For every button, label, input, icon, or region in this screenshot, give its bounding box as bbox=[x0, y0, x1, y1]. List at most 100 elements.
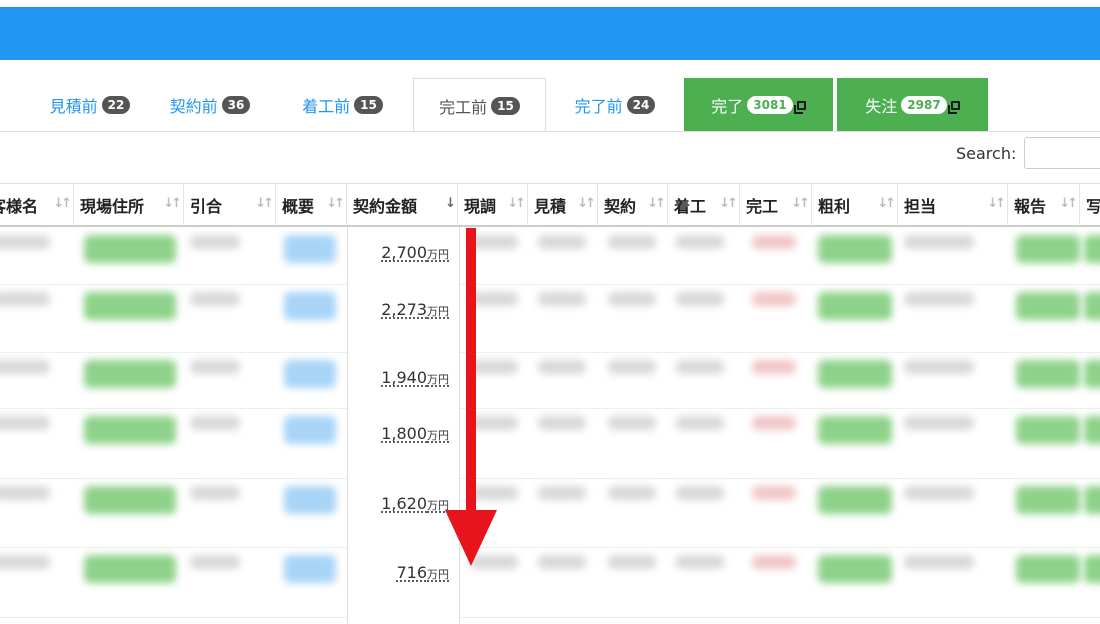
blurred-cell bbox=[284, 555, 336, 583]
blurred-cell bbox=[1084, 360, 1100, 388]
blurred-cell bbox=[676, 555, 724, 569]
blurred-cell bbox=[676, 486, 724, 500]
contract-amount-link[interactable]: 2,273万円 bbox=[381, 300, 449, 319]
blurred-cell bbox=[190, 416, 240, 430]
blurred-cell bbox=[676, 416, 724, 430]
blurred-cell bbox=[676, 235, 724, 249]
table-row[interactable] bbox=[0, 478, 1100, 548]
count-badge: 2987 bbox=[901, 96, 947, 114]
external-link-icon bbox=[947, 100, 960, 114]
blurred-cell bbox=[818, 555, 892, 583]
blurred-cell bbox=[84, 235, 176, 263]
tab-label: 見積前 bbox=[49, 97, 98, 116]
column-header[interactable]: 担当 ↓↑ bbox=[898, 184, 1008, 226]
blurred-cell bbox=[818, 235, 892, 263]
blurred-cell bbox=[538, 360, 586, 374]
blurred-cell bbox=[0, 555, 50, 569]
column-header[interactable]: 現場住所 ↓↑ bbox=[74, 184, 184, 226]
blurred-cell bbox=[608, 235, 656, 249]
blurred-cell bbox=[752, 416, 796, 430]
blurred-cell bbox=[190, 292, 240, 306]
blurred-cell bbox=[0, 235, 50, 249]
blurred-cell bbox=[752, 486, 796, 500]
blurred-cell bbox=[1084, 235, 1100, 263]
blurred-cell bbox=[538, 292, 586, 306]
blurred-cell bbox=[1016, 416, 1080, 444]
table-row[interactable] bbox=[0, 352, 1100, 409]
column-header[interactable]: 契約金額 ↓ bbox=[347, 184, 458, 226]
tab-chakko-mae[interactable]: 着工前 15 bbox=[285, 78, 400, 132]
blurred-cell bbox=[608, 292, 656, 306]
blurred-cell bbox=[1016, 486, 1080, 514]
blurred-cell bbox=[190, 235, 240, 249]
tab-label: 着工前 bbox=[302, 97, 351, 116]
blurred-cell bbox=[1016, 555, 1080, 583]
blurred-cell bbox=[904, 292, 974, 306]
tab-keiyaku-mae[interactable]: 契約前 36 bbox=[150, 78, 270, 132]
tabs-divider bbox=[0, 131, 1100, 132]
table-row[interactable] bbox=[0, 284, 1100, 353]
blurred-cell bbox=[818, 292, 892, 320]
blurred-cell bbox=[752, 360, 796, 374]
column-header[interactable]: 引合 ↓↑ bbox=[184, 184, 276, 226]
count-badge: 3081 bbox=[747, 96, 793, 114]
table-header: 客様名↓↑ 現場住所↓↑ 引合↓↑ 概要↓↑ 契約金額↓ 現調↓↑ 見積↓↑ 契… bbox=[0, 183, 1100, 227]
count-badge: 15 bbox=[354, 96, 383, 114]
column-header[interactable]: 概要 ↓↑ bbox=[276, 184, 347, 226]
count-badge: 15 bbox=[491, 96, 520, 115]
column-header[interactable]: 現調 ↓↑ bbox=[458, 184, 528, 226]
sort-desc-icon: ↓ bbox=[445, 196, 456, 211]
blurred-cell bbox=[0, 486, 50, 500]
tab-mitsumori-mae[interactable]: 見積前 22 bbox=[40, 78, 140, 132]
column-header[interactable]: 契約 ↓↑ bbox=[598, 184, 668, 226]
blurred-cell bbox=[818, 360, 892, 388]
blurred-cell bbox=[0, 292, 50, 306]
blurred-cell bbox=[1084, 486, 1100, 514]
tab-kanryo[interactable]: 完了 3081 bbox=[684, 78, 833, 132]
blurred-cell bbox=[0, 416, 50, 430]
blurred-cell bbox=[1016, 235, 1080, 263]
table-row[interactable] bbox=[0, 227, 1100, 285]
tab-shitchu[interactable]: 失注 2987 bbox=[837, 78, 988, 132]
contract-amount-link[interactable]: 1,800万円 bbox=[381, 424, 449, 443]
amount-value: 1,800 bbox=[381, 424, 427, 443]
search-label: Search: bbox=[956, 143, 1017, 163]
amount-value: 1,940 bbox=[381, 368, 427, 387]
amount-value: 716 bbox=[396, 563, 427, 582]
count-badge: 36 bbox=[221, 96, 251, 114]
column-header[interactable]: 客様名↓↑ bbox=[0, 184, 74, 226]
column-header[interactable]: 見積 ↓↑ bbox=[528, 184, 598, 226]
blurred-cell bbox=[538, 486, 586, 500]
column-header[interactable]: 着工 ↓↑ bbox=[668, 184, 740, 226]
blurred-cell bbox=[284, 292, 336, 320]
blurred-cell bbox=[284, 416, 336, 444]
contract-amount-link[interactable]: 716万円 bbox=[396, 563, 449, 582]
table-row[interactable] bbox=[0, 408, 1100, 479]
contract-amount-link[interactable]: 2,700万円 bbox=[381, 243, 449, 262]
blurred-cell bbox=[538, 235, 586, 249]
blurred-cell bbox=[752, 292, 796, 306]
column-header[interactable]: 写 bbox=[1080, 184, 1100, 226]
top-nav-bar bbox=[0, 7, 1100, 60]
column-header[interactable]: 粗利 ↓↑ bbox=[812, 184, 898, 226]
contract-amount-link[interactable]: 1,620万円 bbox=[381, 494, 449, 513]
column-header[interactable]: 完工 ↓↑ bbox=[740, 184, 812, 226]
contract-amount-link[interactable]: 1,940万円 bbox=[381, 368, 449, 387]
amount-value: 2,700 bbox=[381, 243, 427, 262]
tab-kanko-mae[interactable]: 完工前 15 bbox=[413, 78, 546, 132]
tab-kanryo-mae[interactable]: 完了前 24 bbox=[556, 78, 674, 132]
blurred-cell bbox=[1016, 360, 1080, 388]
search-input[interactable] bbox=[1024, 137, 1100, 169]
blurred-cell bbox=[84, 416, 176, 444]
table-row[interactable] bbox=[0, 547, 1100, 618]
blurred-cell bbox=[904, 486, 974, 500]
blurred-cell bbox=[904, 416, 974, 430]
tab-label: 失注 bbox=[865, 97, 898, 116]
sort-icon: ↓↑ bbox=[1059, 196, 1078, 211]
tab-label: 完工前 bbox=[439, 97, 488, 117]
blurred-cell bbox=[284, 235, 336, 263]
blurred-cell bbox=[84, 486, 176, 514]
count-badge: 22 bbox=[101, 96, 131, 114]
column-header[interactable]: 報告 ↓↑ bbox=[1008, 184, 1080, 226]
sort-icon: ↓↑ bbox=[163, 196, 182, 211]
